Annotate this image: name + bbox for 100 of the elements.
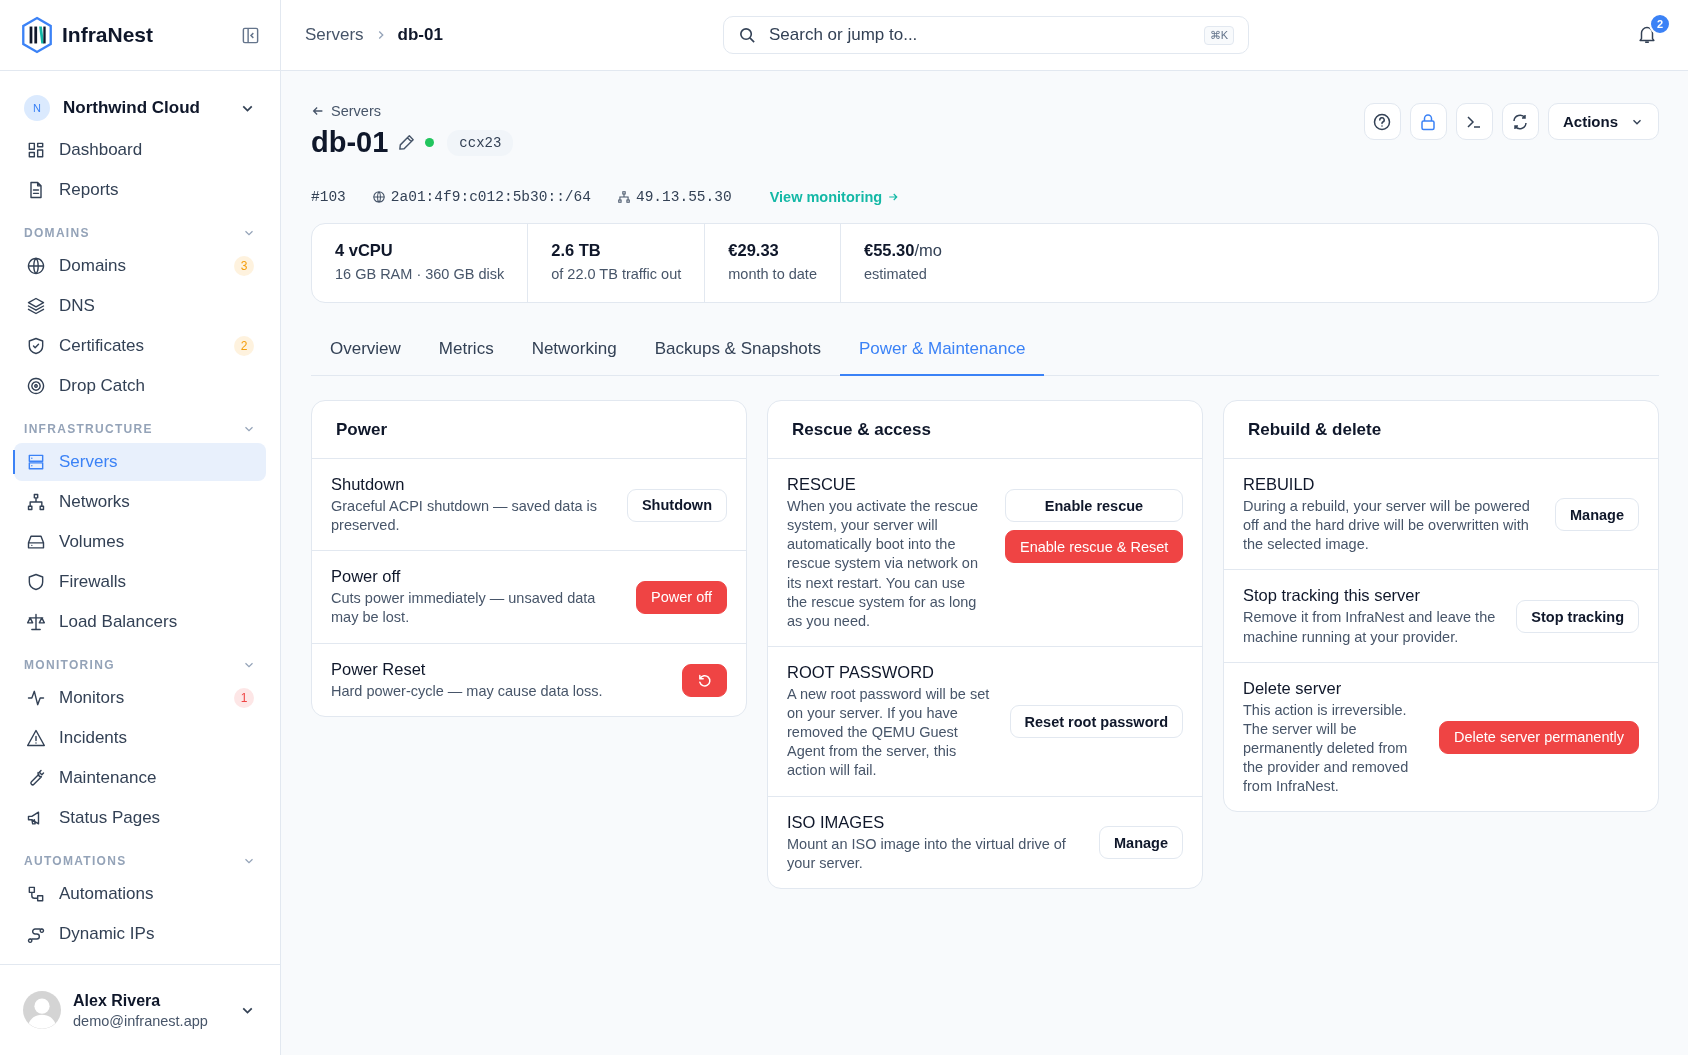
network-icon xyxy=(616,190,631,204)
shield-check-icon xyxy=(26,336,46,356)
drive-icon xyxy=(26,532,46,552)
stat-value: €55.30/mo xyxy=(863,241,942,260)
server-icon xyxy=(26,452,46,472)
nav-section-label: DOMAINS xyxy=(24,226,90,240)
danger-button[interactable]: Enable rescue & Reset xyxy=(1005,530,1183,563)
nav-item[interactable]: Dashboard xyxy=(14,131,266,169)
stat-value: 4 vCPU xyxy=(335,241,394,260)
action-button[interactable]: Manage xyxy=(1555,498,1639,532)
nav-item[interactable]: Reports xyxy=(14,171,266,209)
nav-item[interactable]: Automations xyxy=(14,875,266,913)
nav-item[interactable]: Domains 3 xyxy=(14,247,266,285)
arrow-left-icon xyxy=(311,104,325,118)
search-bar[interactable]: Search or jump to... ⌘K xyxy=(723,16,1249,54)
action-button[interactable]: Stop tracking xyxy=(1516,600,1639,633)
target-icon xyxy=(26,376,46,396)
workspace-switcher[interactable]: N Northwind Cloud xyxy=(14,89,266,127)
nav-item[interactable]: Incidents xyxy=(14,719,266,757)
setting-description: Remove it from InfraNest and leave the machine running at your provider. xyxy=(1243,608,1497,647)
nav-item[interactable]: Networks xyxy=(14,483,266,521)
stat-caption: 16 GB RAM · 360 GB disk xyxy=(335,266,505,282)
nav-item[interactable]: DNS xyxy=(14,287,266,325)
setting-description: During a rebuild, your server will be powered off and the hard drive will be overwritten with the selected image. xyxy=(1243,497,1531,555)
setting-description: Graceful ACPI shutdown — saved data is preserved. xyxy=(331,497,598,536)
setting-description: When you activate the rescue system, your server will automatically boot into the rescue system via network on its next restart. You can use the rescue system for as long as you need. xyxy=(787,497,980,631)
help-button[interactable] xyxy=(1364,103,1401,140)
search-input[interactable]: Search or jump to... xyxy=(767,24,1194,46)
avatar-silhouette-icon xyxy=(23,991,61,1029)
setting-description: A new root password will be set on your server. If you have removed the QEMU Guest Agent from the server, this action will fail. xyxy=(787,684,991,781)
warning-icon xyxy=(26,728,46,748)
actions-dropdown[interactable]: Actions xyxy=(1548,103,1659,140)
panel-title: Power xyxy=(312,401,746,459)
ipv6-address: 2a01:4f9:c012:5b30::/64 xyxy=(390,189,591,205)
help-icon xyxy=(1372,111,1393,132)
nav-item[interactable]: Drop Catch xyxy=(14,367,266,405)
notification-badge: 2 xyxy=(1649,13,1671,35)
nav-item[interactable]: Volumes xyxy=(14,523,266,561)
setting-description: This action is irreversible. The server will be permanently deleted from the provider and removed from InfraNest. xyxy=(1243,700,1410,797)
search-icon xyxy=(738,25,757,45)
logo-icon xyxy=(20,16,54,54)
grid-icon xyxy=(26,140,46,160)
panel-title: Rebuild & delete xyxy=(1224,401,1658,459)
tab[interactable]: Backups & Snapshots xyxy=(635,325,840,376)
sidebar-collapse-icon[interactable] xyxy=(241,25,260,45)
danger-button[interactable]: Delete server permanently xyxy=(1438,720,1639,754)
lock-button[interactable] xyxy=(1410,103,1447,140)
nav-item[interactable]: Status Pages xyxy=(14,799,266,837)
nav-section-label: MONITORING xyxy=(24,658,115,672)
nav-item[interactable]: Certificates 2 xyxy=(14,327,266,365)
setting-title: Shutdown xyxy=(331,475,406,494)
setting-title: REBUILD xyxy=(1243,475,1316,494)
action-button[interactable]: Enable rescue xyxy=(1005,489,1183,522)
plan-tag: ccx23 xyxy=(447,129,514,156)
danger-button[interactable]: Power off xyxy=(636,580,727,614)
pencil-icon[interactable] xyxy=(397,133,417,152)
stat-caption: estimated xyxy=(863,266,928,282)
server-name: db-01 xyxy=(311,126,389,159)
globe-icon xyxy=(26,256,46,276)
nav-item[interactable]: Firewalls xyxy=(14,563,266,601)
shield-icon xyxy=(26,572,46,592)
arrow-right-icon xyxy=(887,191,900,203)
user-name: Alex Rivera xyxy=(73,991,162,1010)
tab[interactable]: Overview xyxy=(311,325,420,376)
globe-icon xyxy=(371,190,386,204)
setting-title: Delete server xyxy=(1243,678,1343,698)
back-link[interactable]: Servers xyxy=(311,103,381,119)
setting-description: Mount an ISO image into the virtual drive of your server. xyxy=(787,834,1067,873)
user-menu[interactable]: Alex Rivera demo@infranest.app xyxy=(0,964,280,1055)
refresh-button[interactable] xyxy=(1502,103,1539,140)
stat-caption: of 22.0 TB traffic out xyxy=(551,266,682,282)
setting-title: RESCUE xyxy=(787,475,857,494)
brand-name: InfraNest xyxy=(62,23,155,47)
pulse-icon xyxy=(26,688,46,708)
nav-item[interactable]: Maintenance xyxy=(14,759,266,797)
reset-button[interactable] xyxy=(682,663,727,697)
console-button[interactable] xyxy=(1456,103,1493,140)
breadcrumb-link[interactable]: db-01 xyxy=(397,25,443,45)
nav-item[interactable]: Dynamic IPs xyxy=(14,915,266,953)
scale-icon xyxy=(26,612,46,632)
server-id: #103 xyxy=(311,189,346,205)
shortcut-hint: ⌘K xyxy=(1203,25,1234,45)
setting-description: Cuts power immediately — unsaved data may be lost. xyxy=(331,589,597,628)
tab[interactable]: Metrics xyxy=(419,325,513,376)
count-badge: 1 xyxy=(234,688,254,708)
stat-value: 2.6 TB xyxy=(551,241,602,260)
network-icon xyxy=(26,492,46,512)
action-button[interactable]: Reset root password xyxy=(1009,705,1183,739)
action-button[interactable]: Shutdown xyxy=(626,488,727,522)
tab[interactable]: Power & Maintenance xyxy=(840,325,1045,376)
ipv4-address: 49.13.55.30 xyxy=(635,189,732,205)
breadcrumb-link[interactable]: Servers xyxy=(305,25,364,45)
panel-title: Rescue & access xyxy=(768,401,1202,459)
layers-icon xyxy=(26,296,46,316)
tab[interactable]: Networking xyxy=(512,325,636,376)
action-button[interactable]: Manage xyxy=(1099,826,1183,860)
setting-title: Power Reset xyxy=(331,659,427,679)
nav-item[interactable]: Monitors 1 xyxy=(14,679,266,717)
count-badge: 3 xyxy=(234,256,254,276)
nav-item[interactable]: Load Balancers xyxy=(14,603,266,641)
